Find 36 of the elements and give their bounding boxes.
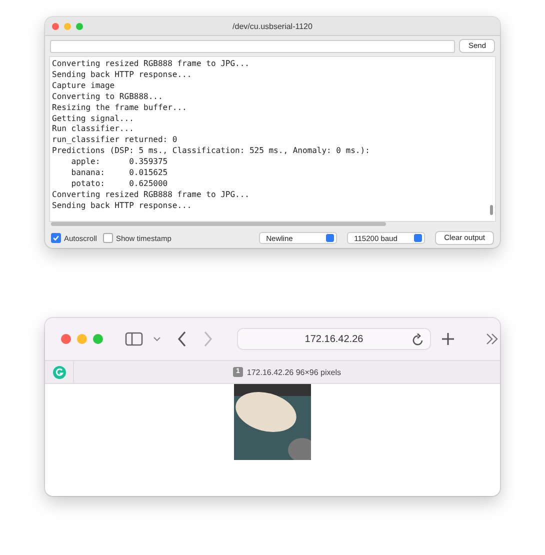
new-tab-icon[interactable] — [441, 332, 455, 346]
minimize-button[interactable] — [77, 334, 87, 344]
output-line: Run classifier... — [52, 124, 134, 136]
horizontal-scrollbar[interactable] — [51, 222, 386, 226]
chevron-down-icon[interactable] — [153, 336, 161, 342]
output-line: Converting resized RGB888 frame to JPG... — [52, 59, 250, 70]
tab-title: 172.16.42.26 96×96 pixels — [246, 368, 341, 376]
sidebar-icon[interactable] — [125, 332, 143, 346]
address-bar[interactable]: 172.16.42.26 — [237, 328, 431, 350]
window-title: /dev/cu.usbserial-1120 — [232, 22, 312, 30]
grammar-extension-icon[interactable] — [52, 366, 66, 378]
zoom-button[interactable] — [93, 334, 103, 344]
close-button[interactable] — [61, 334, 71, 344]
output-line: Getting signal... — [52, 114, 134, 124]
back-icon[interactable] — [177, 331, 187, 347]
output-line: apple: 0.359375 — [70, 157, 168, 168]
output-line: banana: 0.015625 — [70, 168, 168, 179]
vertical-scrollbar[interactable] — [490, 205, 493, 215]
output-line: Predictions (DSP: 5 ms., Classification: 525 ms., Anomaly: 0 ms.): — [52, 146, 370, 158]
zoom-button[interactable] — [76, 22, 83, 30]
output-line: Converting resized RGB888 frame to JPG... — [52, 190, 250, 201]
output-line: Sending back HTTP response... — [52, 70, 192, 81]
minimize-button[interactable] — [64, 22, 71, 30]
output-line: Resizing the frame buffer... — [52, 102, 187, 114]
output-line: Sending back HTTP response... — [52, 200, 192, 212]
output-line: run_classifier returned: 0 — [52, 135, 178, 146]
close-button[interactable] — [52, 22, 59, 30]
output-line: potato: 0.625000 — [70, 178, 168, 190]
output-line: Converting to RGB888... — [52, 92, 163, 103]
double-chevron-icon[interactable] — [485, 333, 499, 345]
output-line: Capture image — [52, 80, 115, 92]
forward-icon[interactable] — [203, 331, 213, 347]
message-input-field[interactable] — [50, 40, 456, 52]
autoscroll-checkbox[interactable] — [51, 233, 61, 243]
reload-icon[interactable] — [412, 333, 424, 346]
timestamp-checkbox[interactable] — [102, 233, 113, 243]
